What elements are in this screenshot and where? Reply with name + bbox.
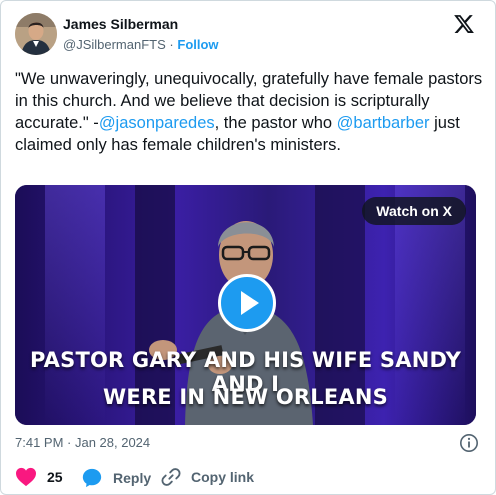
timestamp[interactable]: 7:41 PM · Jan 28, 2024	[15, 435, 150, 450]
video-caption-line2: WERE IN NEW ORLEANS	[103, 385, 388, 409]
author-name[interactable]: James Silberman	[63, 16, 178, 32]
heart-icon	[16, 467, 36, 487]
video-player[interactable]: Watch on X PASTOR GARY AND HIS WIFE SAND…	[15, 185, 476, 425]
reply-label: Reply	[113, 470, 152, 486]
copy-link-label: Copy link	[191, 469, 255, 485]
tweet-card: James Silberman @JSilbermanFTS · Follow …	[0, 0, 496, 495]
mention-link-jasonparedes[interactable]: @jasonparedes	[99, 114, 215, 132]
play-icon[interactable]	[218, 274, 276, 332]
tweet-text: "We unwaveringly, unequivocally, gratefu…	[15, 68, 485, 156]
action-bar: 25 Reply Copy link	[1, 467, 495, 494]
watch-on-x-button[interactable]: Watch on X	[362, 197, 466, 225]
tweet-text-part: , the pastor who	[214, 114, 337, 132]
reply-bubble-icon	[82, 468, 102, 488]
like-count: 25	[47, 469, 63, 485]
follow-button[interactable]: Follow	[177, 37, 218, 52]
mention-link-bartbarber[interactable]: @bartbarber	[337, 114, 430, 132]
copy-link-button[interactable]: Copy link	[161, 467, 254, 487]
like-button[interactable]: 25	[15, 467, 63, 487]
separator-dot: ·	[169, 37, 174, 52]
author-handle-row: @JSilbermanFTS · Follow	[63, 37, 219, 52]
x-logo-icon[interactable]	[453, 13, 475, 35]
reply-button[interactable]: Reply	[81, 467, 151, 489]
link-icon	[161, 468, 181, 486]
author-handle[interactable]: @JSilbermanFTS	[63, 37, 166, 52]
avatar[interactable]	[15, 13, 57, 55]
info-icon[interactable]	[459, 433, 479, 453]
